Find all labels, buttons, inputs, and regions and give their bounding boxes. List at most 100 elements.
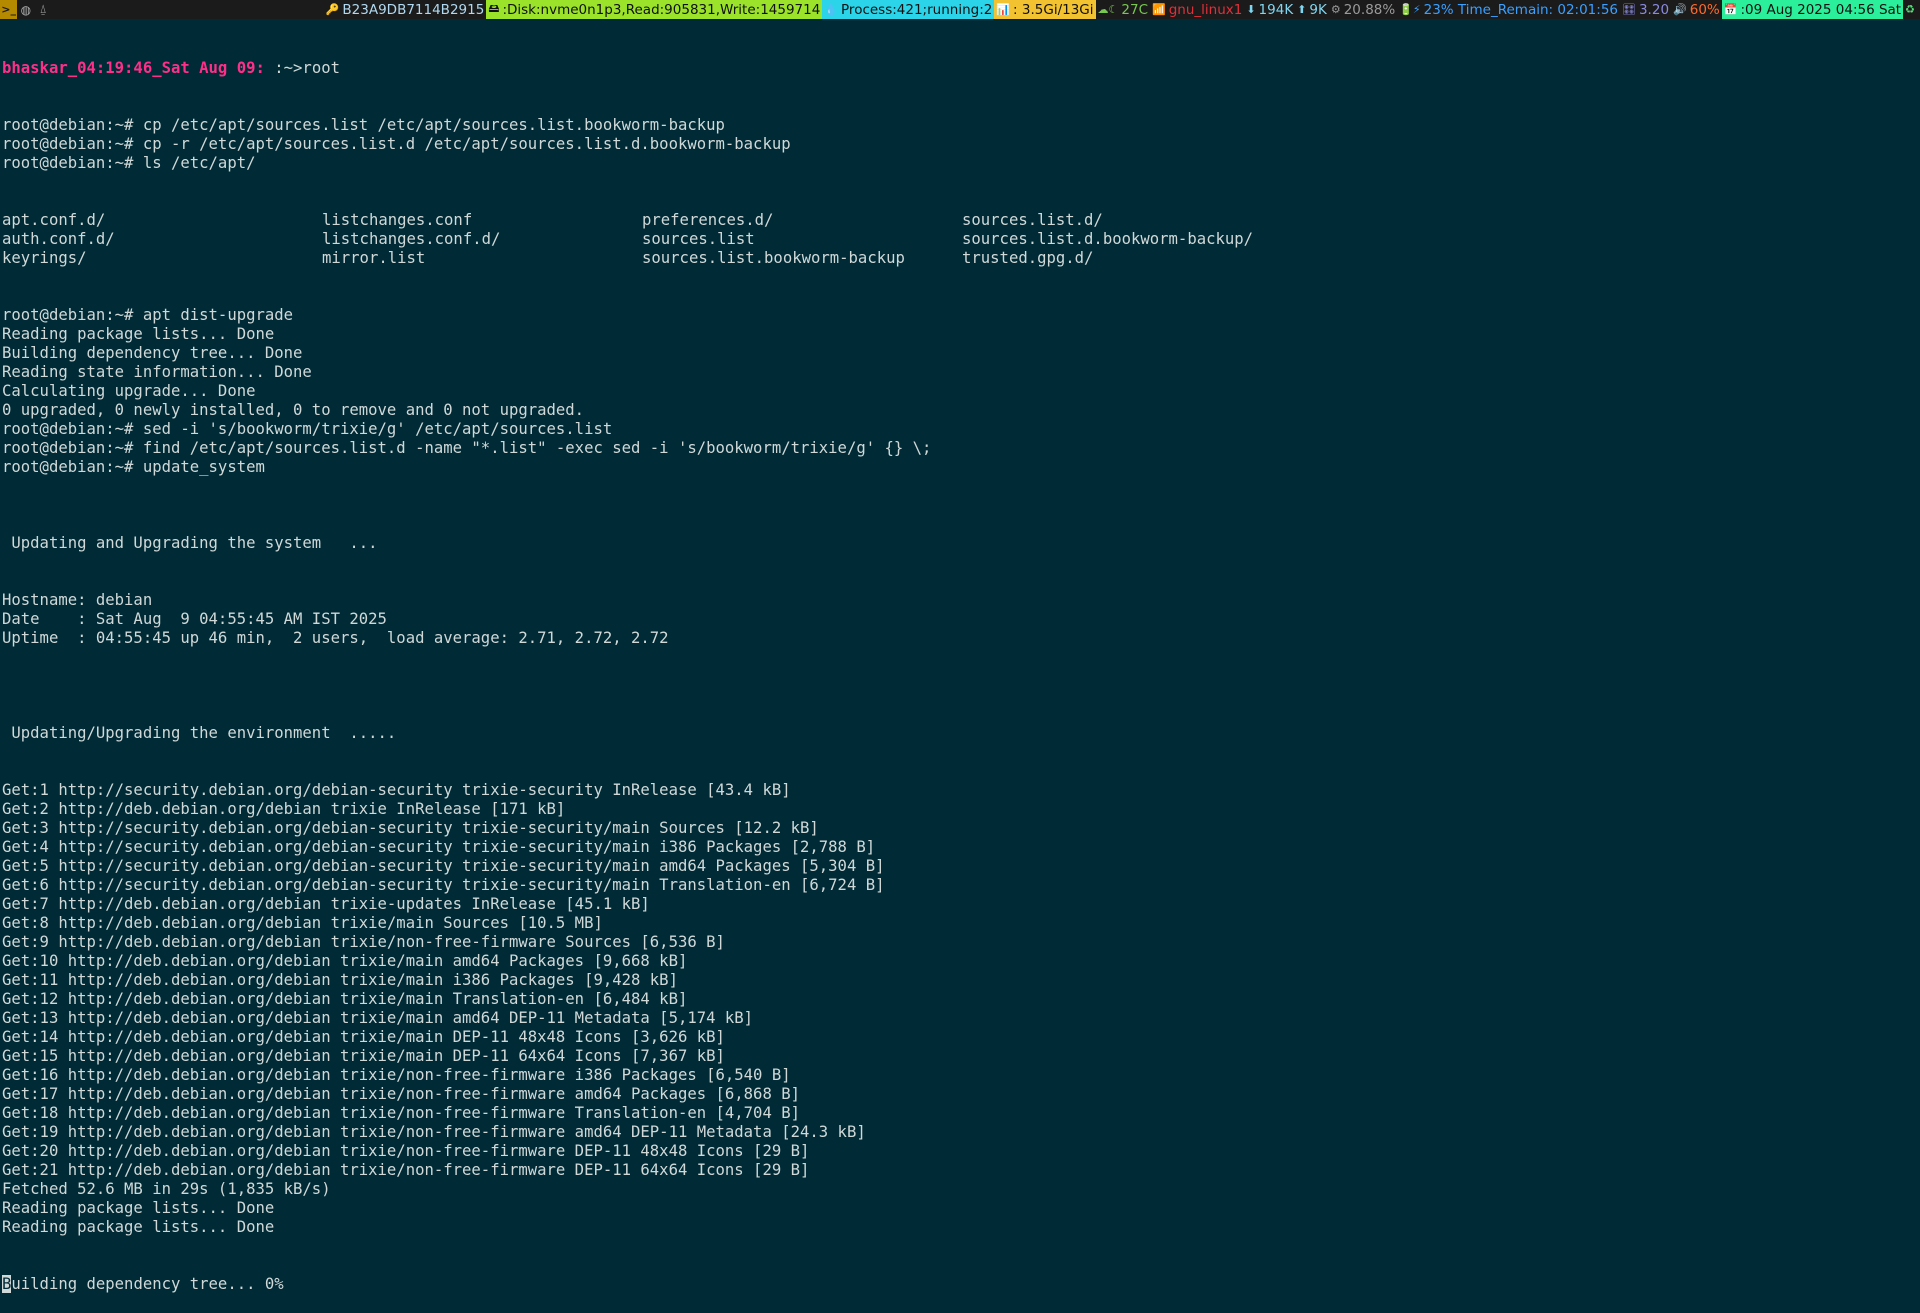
terminal-line: Get:20 http://deb.debian.org/debian trix… xyxy=(2,1142,810,1160)
prompt-line: bhaskar_04:19:46_Sat Aug 09: :~>root xyxy=(2,59,1916,78)
memory-text: : 3.5Gi/13Gi xyxy=(1013,1,1094,18)
datetime-text: :09 Aug 2025 04:56 Sat xyxy=(1740,1,1902,18)
terminal-line: Reading package lists... Done xyxy=(2,1199,275,1217)
ls-entry: keyrings/ xyxy=(2,249,87,267)
process-icon: 💧 xyxy=(824,3,839,16)
ls-row: apt.conf.d/listchanges.conf preferences.d… xyxy=(2,211,1916,230)
terminal-line: root@debian:~# update_system xyxy=(2,458,265,476)
volume-icon: 🔊 xyxy=(1673,3,1687,16)
ls-entry: listchanges.conf xyxy=(322,211,473,229)
progress-line: Building dependency tree... 0% xyxy=(2,1275,1916,1294)
status-weather: ☁☾ 27C xyxy=(1096,0,1150,19)
terminal-line: Get:3 http://security.debian.org/debian-… xyxy=(2,819,819,837)
status-net-up: ⬆ 9K xyxy=(1295,0,1329,19)
terminal-line: Reading state information... Done xyxy=(2,363,312,381)
workspace-terminal[interactable]: >_ xyxy=(0,0,18,19)
ls-entry: apt.conf.d/ xyxy=(2,211,106,229)
terminal-line: Get:14 http://deb.debian.org/debian trix… xyxy=(2,1028,725,1046)
text-cursor: B xyxy=(2,1275,12,1293)
terminal-line: Get:9 http://deb.debian.org/debian trixi… xyxy=(2,933,725,951)
terminal-line: Get:21 http://deb.debian.org/debian trix… xyxy=(2,1161,810,1179)
terminal-line: root@debian:~# apt dist-upgrade xyxy=(2,306,294,324)
wifi-icon: 📶 xyxy=(1152,3,1166,16)
terminal-line: Calculating upgrade... Done xyxy=(2,382,256,400)
terminal-line: Building dependency tree... Done xyxy=(2,344,303,362)
terminal-line: Get:17 http://deb.debian.org/debian trix… xyxy=(2,1085,800,1103)
ls-entry: preferences.d/ xyxy=(642,211,774,229)
cpu-icon: ⚙ xyxy=(1330,3,1341,16)
terminal-line: Get:13 http://deb.debian.org/debian trix… xyxy=(2,1009,754,1027)
terminal-line: Get:12 http://deb.debian.org/debian trix… xyxy=(2,990,688,1008)
terminal-line: Get:8 http://deb.debian.org/debian trixi… xyxy=(2,914,603,932)
ls-row: keyrings/mirror.list sources.list.bookwor… xyxy=(2,249,1916,268)
cpu-text: 20.88% xyxy=(1343,1,1396,18)
battery-text: 23% Time_Remain: 02:01:56 xyxy=(1423,1,1618,18)
net-up-icon: ⬆ xyxy=(1297,3,1307,16)
workspace-2[interactable]: ◍ xyxy=(17,0,34,19)
terminal-line: Updating/Upgrading the environment ..... xyxy=(2,724,397,742)
terminal-line: Get:5 http://security.debian.org/debian-… xyxy=(2,857,885,875)
weather-text: 27C xyxy=(1121,1,1148,18)
net-down-text: 194K xyxy=(1258,1,1294,18)
ls-entry: trusted.gpg.d/ xyxy=(962,249,1094,267)
status-machine-id: 🔑 B23A9DB7114B2915 xyxy=(324,0,487,19)
workspace-3[interactable]: ⍙ xyxy=(34,0,51,19)
prompt-cwd: :~>root xyxy=(264,59,340,77)
status-bar: >_ ◍ ⍙ 🔑 B23A9DB7114B2915 🖴:Disk:nvme0n1p3… xyxy=(0,0,1920,19)
terminal-line: Reading package lists... Done xyxy=(2,325,275,343)
ls-entry: listchanges.conf.d/ xyxy=(322,230,501,248)
terminal-line: Updating and Upgrading the system ... xyxy=(2,534,378,552)
status-net-down: ⬇ 194K xyxy=(1244,0,1295,19)
net-up-text: 9K xyxy=(1309,1,1327,18)
terminal-line: root@debian:~# find /etc/apt/sources.lis… xyxy=(2,439,932,457)
status-datetime: 📅:09 Aug 2025 04:56 Sat xyxy=(1721,0,1904,19)
terminal-line: Hostname: debian xyxy=(2,591,153,609)
command-output: root@debian:~# apt dist-upgrade Reading p… xyxy=(2,306,1916,1237)
memory-icon: 📊 xyxy=(996,3,1011,16)
status-wifi: 📶 gnu_linux1 xyxy=(1150,0,1244,19)
status-load: 🎛 3.20 xyxy=(1620,0,1671,19)
terminal-line: root@debian:~# ls /etc/apt/ xyxy=(2,154,256,172)
terminal-line: 0 upgraded, 0 newly installed, 0 to remo… xyxy=(2,401,585,419)
terminal-line: Get:10 http://deb.debian.org/debian trix… xyxy=(2,952,688,970)
prompt-host: bhaskar_04:19:46_Sat Aug 09: xyxy=(2,59,265,77)
wifi-text: gnu_linux1 xyxy=(1168,1,1243,18)
disk-text: :Disk:nvme0n1p3,Read:905831,Write:145971… xyxy=(502,1,821,18)
terminal-line: Get:1 http://security.debian.org/debian-… xyxy=(2,781,791,799)
status-memory: 📊: 3.5Gi/13Gi xyxy=(994,0,1096,19)
terminal-output[interactable]: bhaskar_04:19:46_Sat Aug 09: :~>root roo… xyxy=(2,21,1916,1313)
terminal-line: Fetched 52.6 MB in 29s (1,835 kB/s) xyxy=(2,1180,331,1198)
terminal-line: root@debian:~# sed -i 's/bookworm/trixie… xyxy=(2,420,613,438)
terminal-line: Get:11 http://deb.debian.org/debian trix… xyxy=(2,971,678,989)
load-text: 3.20 xyxy=(1638,1,1670,18)
terminal-line: Get:7 http://deb.debian.org/debian trixi… xyxy=(2,895,650,913)
tray-icon: ♻ xyxy=(1905,3,1915,16)
terminal-line: root@debian:~# cp -r /etc/apt/sources.li… xyxy=(2,135,791,153)
terminal-line: Reading package lists... Done xyxy=(2,1218,275,1236)
ls-entry: mirror.list xyxy=(322,249,426,267)
status-segments: 🔑 B23A9DB7114B2915 🖴:Disk:nvme0n1p3,Read:9… xyxy=(324,0,1920,19)
ls-output: apt.conf.d/listchanges.conf preferences.d… xyxy=(2,211,1916,268)
load-icon: 🎛 xyxy=(1622,3,1636,16)
ls-row: auth.conf.d/listchanges.conf.d/sources.l… xyxy=(2,230,1916,249)
progress-text: uilding dependency tree... 0% xyxy=(11,1275,284,1293)
status-battery: 🔋⚡ 23% Time_Remain: 02:01:56 xyxy=(1397,0,1620,19)
ls-entry: sources.list.d/ xyxy=(962,211,1103,229)
status-cpu: ⚙ 20.88% xyxy=(1329,0,1397,19)
status-process: 💧 Process:421;running:2 xyxy=(822,0,995,19)
status-tray: ♻ xyxy=(1903,0,1920,19)
terminal-line: Get:16 http://deb.debian.org/debian trix… xyxy=(2,1066,791,1084)
machine-id-icon: 🔑 xyxy=(325,3,340,16)
disk-icon: 🖴 xyxy=(488,2,500,15)
command-block: root@debian:~# cp /etc/apt/sources.list … xyxy=(2,116,1916,173)
status-volume: 🔊 60% xyxy=(1671,0,1722,19)
terminal-line: Get:2 http://deb.debian.org/debian trixi… xyxy=(2,800,566,818)
ls-entry: sources.list xyxy=(642,230,755,248)
weather-icon: ☁☾ xyxy=(1097,3,1119,16)
